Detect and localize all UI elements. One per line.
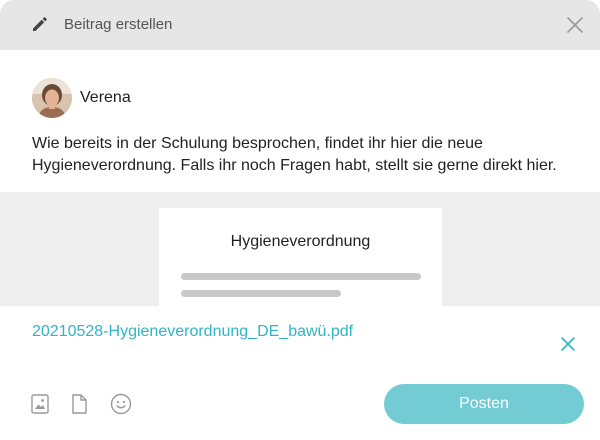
emoji-icon[interactable] [109,392,133,416]
document-preview: Hygieneverordnung [0,192,600,306]
image-icon[interactable] [28,392,52,416]
document-preview-title: Hygieneverordnung [230,233,371,250]
document-preview-page: Hygieneverordnung [159,208,442,306]
file-icon[interactable] [67,392,91,416]
dialog-title: Beitrag erstellen [64,16,173,33]
close-icon[interactable] [565,15,585,35]
create-post-dialog: Beitrag erstellen Verena Wie bereits in … [0,0,600,440]
preview-text-line [181,273,421,280]
avatar [32,78,72,118]
dialog-header: Beitrag erstellen [0,0,600,50]
pencil-icon [33,17,47,31]
remove-attachment-icon[interactable] [558,334,578,354]
post-button[interactable]: Posten [384,384,584,424]
preview-text-line [181,290,341,297]
author-name: Verena [80,89,131,106]
post-text[interactable]: Wie bereits in der Schulung besprochen, … [32,133,577,177]
attachment-link[interactable]: 20210528-Hygieneverordnung_DE_bawü.pdf [32,323,353,341]
